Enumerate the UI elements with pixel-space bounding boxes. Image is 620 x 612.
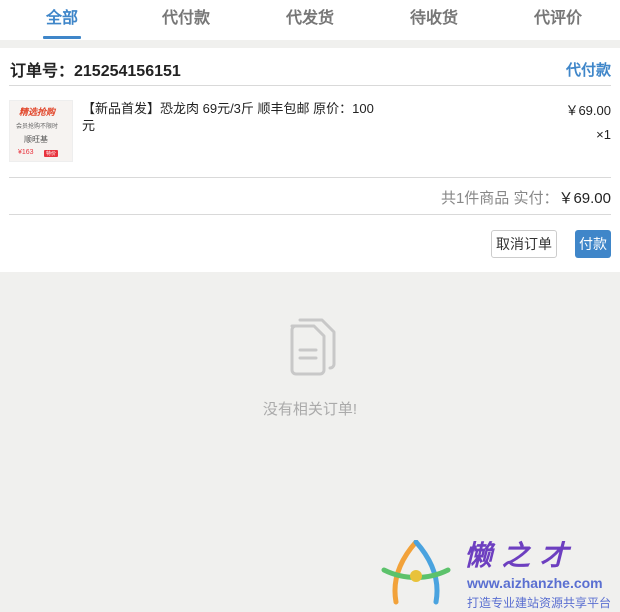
order-actions: 取消订单 付款 (491, 230, 611, 258)
tab-pending-payment[interactable]: 代付款 (124, 0, 248, 40)
cancel-order-button[interactable]: 取消订单 (491, 230, 557, 258)
summary-count-label: 共1件商品 实付： (440, 190, 559, 207)
empty-state-text: 没有相关订单! (262, 401, 358, 418)
product-price: ￥69.00 (565, 103, 611, 118)
divider (9, 177, 611, 178)
watermark-logo (381, 540, 451, 605)
tab-pending-shipment[interactable]: 代发货 (248, 0, 372, 40)
thumb-text: 会员抢购不限时 (16, 124, 59, 130)
watermark-url: www.aizhanzhe.com (467, 575, 603, 591)
product-quantity: ×1 (596, 127, 611, 142)
pay-button[interactable]: 付款 (575, 230, 611, 258)
order-card: 订单号：215254156151 代付款 精选抢购 会员抢购不限时 顺旺基 ¥1… (0, 48, 620, 272)
order-tabs: 全部 代付款 代发货 待收货 代评价 (0, 0, 620, 40)
document-copy-icon (290, 318, 336, 376)
product-thumbnail[interactable]: 精选抢购 会员抢购不限时 顺旺基 ¥163 特价 (9, 100, 73, 162)
divider (9, 214, 611, 215)
order-summary: 共1件商品 实付：￥69.00 (441, 187, 611, 208)
watermark-slogan: 打造专业建站资源共享平台 (467, 596, 612, 610)
watermark-title: 懒之才 (464, 540, 579, 571)
tab-all[interactable]: 全部 (0, 0, 124, 40)
summary-total: ￥69.00 (558, 190, 611, 207)
thumb-price: ¥163 (18, 149, 34, 156)
thumb-text: 精选抢购 (19, 107, 56, 117)
order-number: 订单号：215254156151 (10, 63, 181, 80)
order-status: 代付款 (565, 61, 611, 79)
tab-pending-receipt[interactable]: 待收货 (372, 0, 496, 40)
order-header: 订单号：215254156151 代付款 (10, 58, 611, 81)
thumb-text: 顺旺基 (24, 135, 48, 144)
product-title[interactable]: 【新品首发】恐龙肉 69元/3斤 顺丰包邮 原价：100元 (82, 100, 382, 134)
thumb-badge: 特价 (44, 150, 59, 157)
divider (9, 85, 611, 86)
tab-pending-review[interactable]: 代评价 (496, 0, 620, 40)
